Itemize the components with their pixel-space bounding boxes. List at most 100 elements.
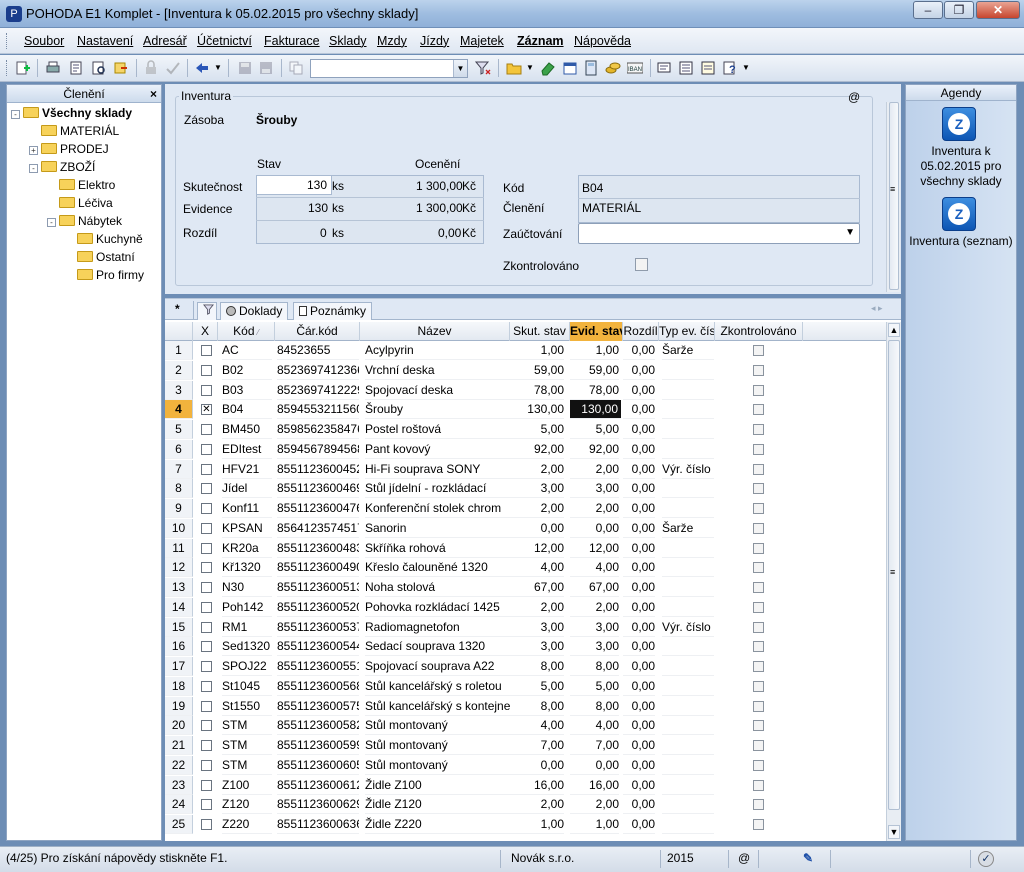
row-select-checkbox[interactable] <box>201 582 212 593</box>
lock-icon[interactable] <box>143 60 159 76</box>
row-zkontrolovano-checkbox[interactable] <box>753 503 764 514</box>
cell-evid-stav[interactable]: 2,00 <box>570 499 619 518</box>
table-row[interactable]: 9 Konf11 8551123600476 Konferenční stolek c… <box>165 499 886 519</box>
cell-carkod[interactable]: 8564123574517 <box>277 519 359 538</box>
cell-typ-ev[interactable]: Výr. číslo <box>662 618 714 637</box>
cell-carkod[interactable]: 8551123600629 <box>277 795 359 815</box>
cell-evid-stav[interactable]: 2,00 <box>570 598 619 617</box>
cell-carkod[interactable]: 8523697412229 <box>277 381 359 400</box>
row-zkontrolovano-checkbox[interactable] <box>753 759 764 771</box>
cell-nazev[interactable]: Sedací souprava 1320 <box>365 637 510 657</box>
row-number[interactable]: 20 <box>165 716 193 736</box>
new-record-icon[interactable] <box>15 60 31 76</box>
row-select-checkbox[interactable] <box>201 661 212 672</box>
cell-typ-ev[interactable] <box>662 598 714 617</box>
table-row[interactable]: 10 KPSAN 8564123574517 Sanorin 0,00 0,00 0,00 Š… <box>165 518 886 539</box>
cell-kod[interactable]: AC <box>222 341 272 360</box>
row-zkontrolovano-checkbox[interactable] <box>753 601 764 613</box>
menu-majetek[interactable]: Majetek <box>460 34 504 48</box>
cell-rozdil[interactable]: 0,00 <box>623 499 655 518</box>
grid-scrollbar[interactable]: ▲ ≡ ▼ <box>886 322 901 841</box>
cell-nazev[interactable]: Stůl montovaný <box>365 756 510 775</box>
cell-nazev[interactable]: Acylpyrin <box>365 341 510 360</box>
filter-icon[interactable] <box>197 302 217 320</box>
cell-kod[interactable]: RM1 <box>222 618 272 637</box>
cell-typ-ev[interactable] <box>662 420 714 439</box>
row-number[interactable]: 24 <box>165 795 193 815</box>
agenda-seznam-label[interactable]: Inventura (seznam) <box>906 234 1016 249</box>
menu-adresar[interactable]: Adresář <box>143 34 187 48</box>
row-number[interactable]: 13 <box>165 578 193 597</box>
cell-kod[interactable]: Kř1320 <box>222 558 272 578</box>
cell-kod[interactable]: St1045 <box>222 677 272 696</box>
cell-rozdil[interactable]: 0,00 <box>623 460 655 479</box>
row-number[interactable]: 18 <box>165 676 193 696</box>
cell-carkod[interactable]: 8551123600490 <box>277 558 359 578</box>
row-select-checkbox[interactable] <box>201 345 212 356</box>
cell-kod[interactable]: Z120 <box>222 795 272 815</box>
cell-rozdil[interactable]: 0,00 <box>623 420 655 439</box>
row-zkontrolovano-checkbox[interactable] <box>753 345 764 356</box>
collapse-icon[interactable]: - <box>11 110 20 119</box>
tree-item[interactable]: + PRODEJ <box>11 140 161 158</box>
cell-kod[interactable]: B03 <box>222 381 272 400</box>
cell-skut-stav[interactable]: 1,00 <box>510 815 564 834</box>
row-select-checkbox[interactable] <box>201 503 212 514</box>
cell-skut-stav[interactable]: 16,00 <box>510 776 564 795</box>
cell-skut-stav[interactable]: 59,00 <box>510 361 564 380</box>
col-x[interactable]: X <box>193 322 218 341</box>
cell-carkod[interactable]: 8551123600575 <box>277 697 359 716</box>
row-select-checkbox[interactable] <box>201 443 212 455</box>
cell-typ-ev[interactable] <box>662 697 714 716</box>
cell-kod[interactable]: STM <box>222 736 272 755</box>
cell-nazev[interactable]: Židle Z100 <box>365 776 510 795</box>
cell-rozdil[interactable]: 0,00 <box>623 697 655 716</box>
row-select-checkbox[interactable] <box>201 384 212 396</box>
cell-rozdil[interactable]: 0,00 <box>623 716 655 736</box>
row-number[interactable]: 2 <box>165 360 193 380</box>
cell-evid-stav[interactable]: 7,00 <box>570 736 619 755</box>
cell-typ-ev[interactable] <box>662 361 714 380</box>
col-typ-ev[interactable]: Typ ev. čís <box>659 322 715 341</box>
minimize-button[interactable]: – <box>913 1 943 19</box>
cell-carkod[interactable]: 8594567894568 <box>277 440 359 459</box>
row-zkontrolovano-checkbox[interactable] <box>753 483 764 495</box>
cell-nazev[interactable]: Stůl montovaný <box>365 736 510 755</box>
cell-evid-stav[interactable]: 3,00 <box>570 637 619 657</box>
help-icon[interactable]: ? <box>722 60 738 76</box>
col-rozdil[interactable]: Rozdíl <box>623 322 659 341</box>
cell-carkod[interactable]: 8551123600582 <box>277 716 359 736</box>
agenda-inventura-icon[interactable]: Z <box>942 107 976 141</box>
new-row-star[interactable]: * <box>175 302 180 316</box>
export-icon[interactable] <box>113 60 129 76</box>
cell-kod[interactable]: St1550 <box>222 697 272 716</box>
tree-item[interactable]: MATERIÁL <box>11 122 161 140</box>
cell-kod[interactable]: STM <box>222 716 272 736</box>
table-row[interactable]: 11 KR20a 8551123600483 Skříňka rohová 12,00 1… <box>165 538 886 559</box>
cell-nazev[interactable]: Radiomagnetofon <box>365 618 510 637</box>
row-select-checkbox[interactable] <box>201 740 212 751</box>
cell-typ-ev[interactable] <box>662 479 714 499</box>
cell-evid-stav[interactable]: 130,00 <box>570 400 621 420</box>
cell-evid-stav[interactable]: 4,00 <box>570 558 619 578</box>
cell-nazev[interactable]: Stůl jídelní - rozkládací <box>365 479 510 499</box>
cell-carkod[interactable]: 8551123600612 <box>277 776 359 795</box>
cell-carkod[interactable]: 8551123600452 <box>277 460 359 479</box>
row-select-checkbox[interactable] <box>201 720 212 732</box>
table-row[interactable]: 15 RM1 8551123600537 Radiomagnetofon 3,00 3,0… <box>165 617 886 638</box>
row-number[interactable]: 17 <box>165 657 193 676</box>
row-number[interactable]: 4 <box>165 400 193 420</box>
cell-rozdil[interactable]: 0,00 <box>623 578 655 597</box>
cell-nazev[interactable]: Pant kovový <box>365 440 510 459</box>
cell-kod[interactable]: BM450 <box>222 420 272 439</box>
cell-skut-stav[interactable]: 130,00 <box>510 400 564 420</box>
cell-nazev[interactable]: Konferenční stolek chrom <box>365 499 510 518</box>
coins-icon[interactable] <box>605 60 621 76</box>
at-icon[interactable]: @ <box>848 90 860 104</box>
menu-nastaveni[interactable]: Nastavení <box>77 34 133 48</box>
cell-evid-stav[interactable]: 5,00 <box>570 677 619 696</box>
cell-kod[interactable]: B04 <box>222 400 272 420</box>
cell-kod[interactable]: STM <box>222 756 272 775</box>
cell-kod[interactable]: Z220 <box>222 815 272 834</box>
cell-carkod[interactable]: 8551123600544 <box>277 637 359 657</box>
